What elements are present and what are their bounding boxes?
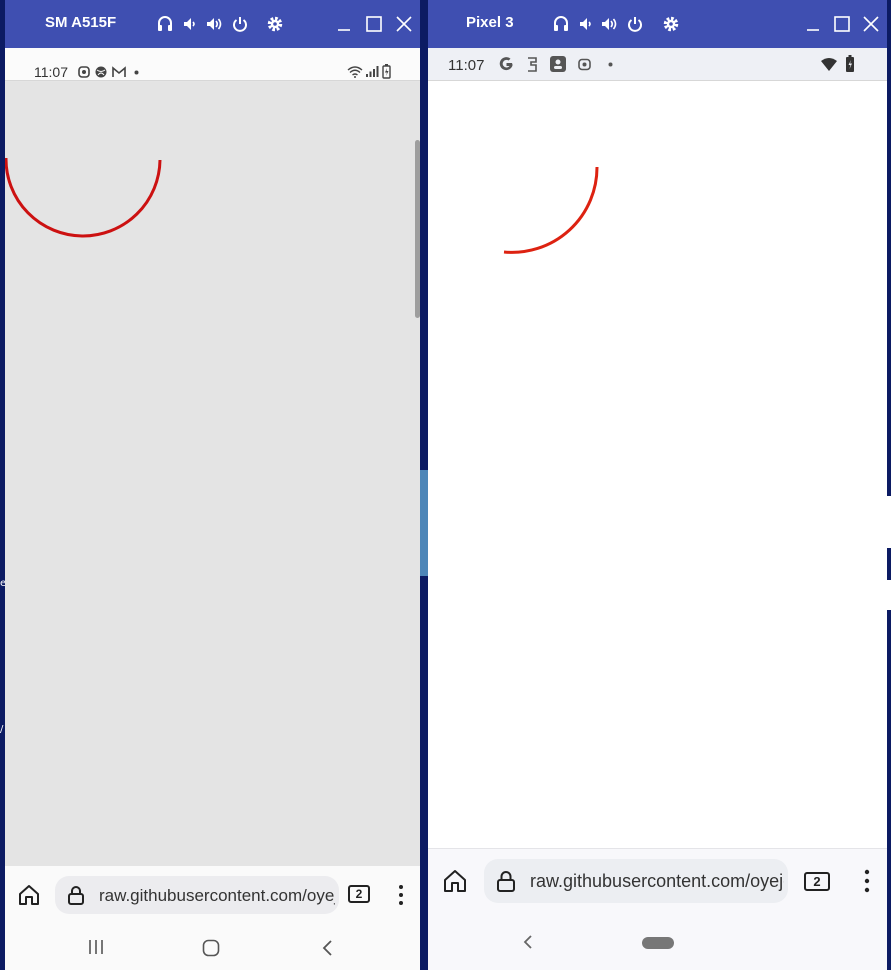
red-arc-drawing (503, 166, 599, 254)
recents-button[interactable] (87, 939, 105, 955)
vpn-shield-icon (78, 66, 90, 78)
settings-icon[interactable] (662, 15, 680, 33)
webpage-canvas[interactable] (5, 82, 420, 866)
wifi-icon (347, 65, 363, 78)
window-titlebar: SM A515F (5, 0, 420, 48)
gmail-icon (112, 66, 126, 78)
url-bar[interactable]: raw.githubusercontent.com/oyejo (484, 859, 788, 903)
maximize-icon[interactable] (365, 15, 383, 33)
tabs-count-button[interactable]: 2 (348, 885, 370, 903)
volume-up-icon[interactable] (600, 15, 618, 33)
url-text: raw.githubusercontent.com/oyej (99, 886, 335, 905)
dot-icon (134, 70, 139, 75)
cell-signal-icon (365, 65, 379, 78)
device-window-sm-a515f: SM A515F 11:07 raw.githubusercontent.com… (5, 0, 420, 970)
android-status-bar: 11:07 (5, 48, 420, 81)
lock-icon (67, 885, 85, 905)
home-icon[interactable] (17, 883, 41, 907)
background-window-edge (887, 580, 891, 610)
overflow-menu-icon[interactable] (863, 869, 871, 893)
app-icon (549, 55, 567, 73)
url-text: raw.githubusercontent.com/oyejo (530, 871, 784, 891)
volume-down-icon[interactable] (577, 15, 595, 33)
minimize-icon[interactable] (336, 15, 354, 33)
volume-down-icon[interactable] (181, 15, 199, 33)
home-button[interactable] (202, 939, 220, 957)
circle-app-icon (95, 66, 107, 78)
android-status-bar: 11:07 (428, 48, 887, 81)
tabs-count-button[interactable]: 2 (804, 872, 830, 891)
close-icon[interactable] (862, 15, 880, 33)
background-window-fragment (420, 470, 428, 576)
headphones-icon[interactable] (552, 15, 570, 33)
browser-toolbar: raw.githubusercontent.com/oyej 2 (5, 866, 420, 926)
power-icon[interactable] (626, 15, 644, 33)
back-button[interactable] (523, 934, 533, 950)
lock-icon (496, 870, 516, 892)
wifi-icon (820, 57, 838, 72)
power-icon[interactable] (231, 15, 249, 33)
overflow-menu-icon[interactable] (397, 884, 405, 906)
volume-up-icon[interactable] (205, 15, 223, 33)
status-time: 11:07 (34, 64, 68, 80)
notification-icon (525, 56, 539, 73)
window-title: Pixel 3 (466, 14, 514, 31)
battery-icon (845, 55, 855, 73)
home-icon[interactable] (442, 868, 468, 894)
window-titlebar: Pixel 3 (428, 0, 887, 48)
home-pill-button[interactable] (641, 936, 675, 950)
android-nav-bar (428, 914, 887, 970)
back-button[interactable] (320, 939, 334, 957)
background-window-edge (887, 496, 891, 548)
vpn-shield-icon (578, 58, 591, 71)
android-nav-bar (5, 926, 420, 970)
close-icon[interactable] (395, 15, 413, 33)
webpage-canvas[interactable] (428, 82, 887, 848)
headphones-icon[interactable] (156, 15, 174, 33)
background-text-fragment: / (0, 724, 4, 735)
scrollbar-thumb[interactable] (415, 140, 420, 318)
settings-icon[interactable] (266, 15, 284, 33)
url-bar[interactable]: raw.githubusercontent.com/oyej (55, 876, 339, 914)
battery-icon (382, 64, 391, 79)
minimize-icon[interactable] (805, 15, 823, 33)
window-title: SM A515F (45, 14, 117, 31)
browser-toolbar: raw.githubusercontent.com/oyejo 2 (428, 848, 887, 914)
maximize-icon[interactable] (833, 15, 851, 33)
dot-icon (608, 62, 613, 67)
device-window-pixel-3: Pixel 3 11:07 raw.githubusercontent.com/… (428, 0, 887, 970)
red-arc-drawing (5, 157, 162, 238)
google-icon (498, 56, 515, 73)
status-time: 11:07 (448, 57, 485, 74)
